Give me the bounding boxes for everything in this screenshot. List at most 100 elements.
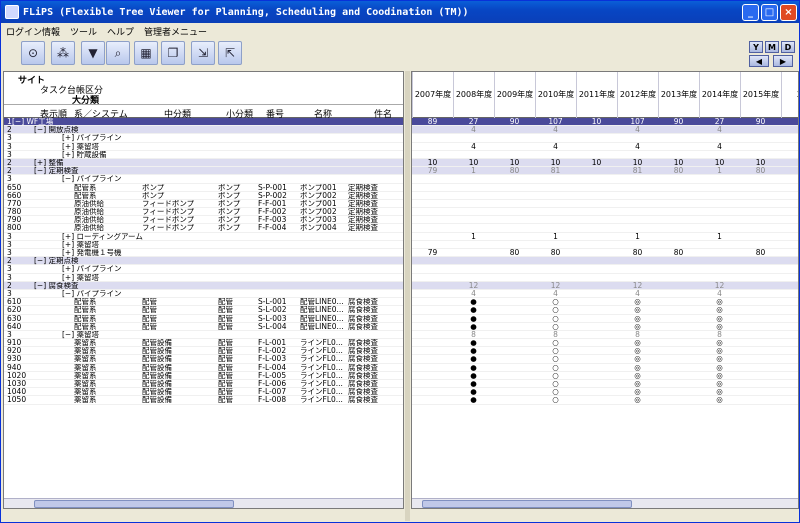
tree-row[interactable]: 1 [−] WF工場 [4, 118, 403, 127]
year-header-cell[interactable]: 2009年度 [494, 72, 535, 118]
tree-hscroll[interactable] [4, 498, 403, 508]
tree-node-label[interactable]: [+] 薬留塔 [62, 274, 99, 282]
tree-row[interactable]: 3 [−] パイプライン [4, 175, 403, 184]
tree-node-label[interactable]: [+] 発電機１号機 [62, 249, 122, 257]
tree-row[interactable]: 640 配管系 配管 配管 S-L-004 配管LINE0... 腐食検査 [4, 323, 403, 331]
tree-row[interactable]: 650 配管系 ポンプ ポンプ S-P-001 ポンプ001 定期検査 [4, 184, 403, 192]
schedule-cell[interactable]: 80 [740, 166, 781, 175]
year-header-cell[interactable]: 2012年度 [617, 72, 658, 118]
schedule-hscroll[interactable] [412, 498, 798, 508]
grid-icon[interactable]: ▦ [134, 41, 158, 65]
schedule-cell[interactable]: 10 [576, 158, 617, 167]
schedule-cell[interactable]: 4 [699, 125, 740, 134]
tree-row[interactable]: 3 [+] 貯蔵設備 [4, 151, 403, 159]
tree-node-label[interactable]: [−] 定期点検 [34, 257, 79, 265]
year-header-cell[interactable]: 2010年度 [535, 72, 576, 118]
schedule-cell[interactable]: 79 [412, 166, 453, 175]
menu-admin[interactable]: 管理者メニュー [139, 25, 212, 38]
tree-node-label[interactable]: [+] パイプライン [62, 134, 122, 142]
tree-row[interactable]: 660 配管系 ポンプ ポンプ S-P-002 ポンプ002 定期検査 [4, 192, 403, 200]
schedule-cell[interactable]: 80 [494, 248, 535, 257]
day-mode-button[interactable]: D [781, 41, 795, 53]
schedule-cell[interactable]: 81 [617, 166, 658, 175]
tree-row[interactable]: 2 [−] 腐食検査 [4, 281, 403, 290]
menu-login[interactable]: ログイン情報 [1, 25, 65, 38]
tree-row[interactable]: 3 [+] パイプライン [4, 265, 403, 274]
tree-node-label[interactable]: [+] ローディングアーム [62, 233, 143, 241]
schedule-cell[interactable]: 4 [453, 142, 494, 151]
binoculars-icon[interactable]: ⊙ [21, 41, 45, 65]
maximize-button[interactable]: □ [761, 3, 778, 21]
schedule-cell[interactable]: 81 [535, 166, 576, 175]
tree-row[interactable]: 3 [+] 発電機１号機 [4, 249, 403, 258]
schedule-cell[interactable]: 90 [658, 117, 699, 126]
year-header-cell[interactable]: 2013年度 [658, 72, 699, 118]
tree-row[interactable]: 910 薬留系 配管設備 配管 F-L-001 ラインFL0... 腐食検査 [4, 339, 403, 348]
tree-row[interactable]: 1050 薬留系 配管設備 配管 F-L-008 ラインFL0... 腐食検査 [4, 396, 403, 405]
month-mode-button[interactable]: M [765, 41, 779, 53]
menu-help[interactable]: ヘルプ [102, 25, 139, 38]
schedule-cell[interactable]: 4 [535, 125, 576, 134]
schedule-cell[interactable]: 4 [699, 142, 740, 151]
year-header-cell[interactable]: 2008年度 [453, 72, 494, 118]
tree-node-label[interactable]: [+] パイプライン [62, 265, 122, 273]
schedule-cell[interactable]: 4 [617, 142, 658, 151]
tree-row[interactable]: 1020 薬留系 配管設備 配管 F-L-005 ラインFL0... 腐食検査 [4, 372, 403, 380]
tree-row[interactable]: 3 [−] 薬留塔 [4, 331, 403, 340]
tree-node-label[interactable]: [−] 定期検査 [34, 167, 79, 175]
schedule-cell[interactable]: ◎ [617, 396, 658, 404]
schedule-cell[interactable]: 80 [740, 248, 781, 257]
tree-node-label[interactable]: [+] 貯蔵設備 [62, 151, 107, 159]
schedule-cell[interactable]: 4 [453, 125, 494, 134]
tree-node-label[interactable]: [−] パイプライン [62, 290, 122, 298]
tree-node-label[interactable]: [−] 開放点検 [34, 126, 79, 134]
tree-node-label[interactable]: [−] パイプライン [62, 175, 122, 183]
export-icon[interactable]: ⇲ [191, 41, 215, 65]
tree-row[interactable]: 3 [+] パイプライン [4, 134, 403, 143]
schedule-cell[interactable]: 1 [453, 166, 494, 175]
magnifier-icon[interactable]: ⌕ [106, 41, 130, 65]
tree-row[interactable]: 610 配管系 配管 配管 S-L-001 配管LINE0... 腐食検査 [4, 298, 403, 307]
schedule-cell[interactable]: 1 [617, 232, 658, 241]
tree-row[interactable]: 780 原油供給 フィードポンプ ポンプ F-F-002 ポンプ002 定期検査 [4, 208, 403, 217]
schedule-cell[interactable]: 1 [535, 232, 576, 241]
schedule-cell[interactable]: 1 [453, 232, 494, 241]
tree-node-label[interactable]: [−] WF工場 [12, 118, 53, 126]
copy-icon[interactable]: ❐ [161, 41, 185, 65]
tree-node-label[interactable]: [−] 薬留塔 [62, 331, 99, 339]
year-mode-button[interactable]: Y [749, 41, 763, 53]
filter-icon[interactable]: ▼ [81, 41, 105, 65]
schedule-cell[interactable]: 80 [617, 248, 658, 257]
tree-row[interactable]: 2 [−] 定期点検 [4, 257, 403, 266]
tree-row[interactable]: 1030 薬留系 配管設備 配管 F-L-006 ラインFL0... 腐食検査 [4, 380, 403, 389]
schedule-cell[interactable]: 89 [412, 117, 453, 126]
import-icon[interactable]: ⇱ [218, 41, 242, 65]
tree-row[interactable]: 2 [−] 開放点検 [4, 126, 403, 135]
close-button[interactable]: × [780, 3, 797, 21]
schedule-cell[interactable]: 80 [494, 166, 535, 175]
schedule-cell[interactable]: 1 [699, 166, 740, 175]
prev-period-button[interactable]: ◀ [749, 55, 769, 67]
network-icon[interactable]: ⁂ [51, 41, 75, 65]
year-header-cell[interactable]: 2015年度 [740, 72, 781, 118]
year-header-cell[interactable]: 2011年度 [576, 72, 617, 118]
tree-row[interactable]: 920 薬留系 配管設備 配管 F-L-002 ラインFL0... 腐食検査 [4, 347, 403, 356]
tree-row[interactable]: 3 [+] 薬留塔 [4, 274, 403, 282]
tree-row[interactable]: 3 [+] 薬留塔 [4, 143, 403, 151]
schedule-cell[interactable]: 1 [699, 232, 740, 241]
menu-tools[interactable]: ツール [65, 25, 102, 38]
tree-node-label[interactable]: [+] 薬留塔 [62, 143, 99, 151]
schedule-cell[interactable]: ● [453, 396, 494, 404]
year-header-cell[interactable]: 2007年度 [412, 72, 453, 118]
schedule-cell[interactable]: 90 [740, 117, 781, 126]
tree-row[interactable]: 630 配管系 配管 配管 S-L-003 配管LINE0... 腐食検査 [4, 315, 403, 323]
tree-hscroll-thumb[interactable] [34, 500, 234, 508]
schedule-cell[interactable]: 80 [658, 248, 699, 257]
schedule-cell[interactable]: 4 [535, 142, 576, 151]
schedule-cell[interactable]: 90 [494, 117, 535, 126]
schedule-cell[interactable]: 79 [412, 248, 453, 257]
tree-node-label[interactable]: [−] 腐食検査 [34, 282, 79, 290]
tree-row[interactable]: 770 原油供給 フィードポンプ ポンプ F-F-001 ポンプ001 定期検査 [4, 200, 403, 209]
tree-row[interactable]: 930 薬留系 配管設備 配管 F-L-003 ラインFL0... 腐食検査 [4, 355, 403, 364]
schedule-cell[interactable]: ○ [535, 396, 576, 404]
